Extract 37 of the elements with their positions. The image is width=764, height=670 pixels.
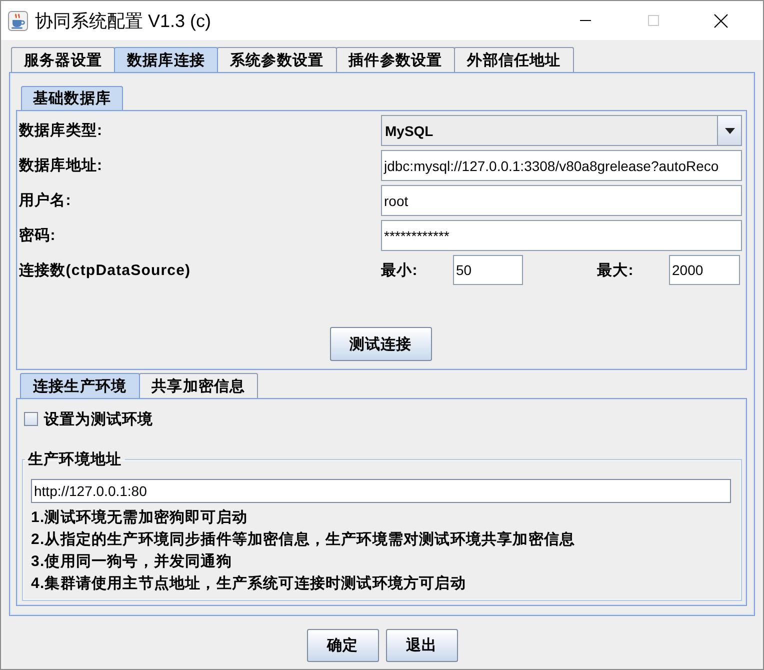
- test-connection-button[interactable]: 测试连接: [330, 327, 432, 361]
- dropdown-button[interactable]: [717, 116, 741, 145]
- group-title: 生产环境地址: [26, 451, 123, 468]
- tab[interactable]: 数据库连接: [114, 47, 218, 72]
- tab[interactable]: 外部信任地址: [454, 47, 574, 72]
- text-field[interactable]: jdbc:mysql://127.0.0.1:3308/v80a8grelease?autoReco: [381, 150, 742, 181]
- field-label: 连接数(ctpDataSource): [19, 260, 192, 280]
- text-field[interactable]: ************: [381, 220, 742, 251]
- note-text: 2.从指定的生产环境同步插件等加密信息，生产环境需对测试环境共享加密信息: [31, 530, 576, 550]
- number-field[interactable]: 2000: [669, 255, 740, 285]
- tab[interactable]: 基础数据库: [21, 86, 123, 110]
- checkbox-label: 设置为测试环境: [44, 410, 154, 428]
- tab[interactable]: 共享加密信息: [138, 373, 258, 398]
- note-text: 1.测试环境无需加密狗即可启动: [31, 508, 249, 528]
- field-label: 数据库类型:: [19, 121, 104, 140]
- maximize-icon: [648, 15, 658, 26]
- note-text: 3.使用同一狗号，并发同通狗: [31, 552, 233, 572]
- coffee-cup-icon: [8, 10, 28, 30]
- close-icon: [714, 14, 728, 28]
- address-field[interactable]: http://127.0.0.1:80: [31, 479, 731, 503]
- checkbox[interactable]: [24, 412, 38, 426]
- field-label: 密码:: [19, 226, 57, 245]
- field-label: 数据库地址:: [19, 156, 104, 175]
- note-text: 4.集群请使用主节点地址，生产系统可连接时测试环境方可启动: [31, 574, 467, 594]
- dialog-button[interactable]: 退出: [386, 629, 458, 662]
- caret-down-icon: [724, 128, 734, 134]
- dialog-button[interactable]: 确定: [306, 629, 378, 662]
- window-title: 协同系统配置 V1.3 (c): [35, 10, 212, 32]
- text-field[interactable]: root: [381, 185, 742, 216]
- number-field[interactable]: 50: [453, 255, 523, 285]
- field-label: 最大:: [597, 260, 635, 280]
- field-label: 用户名:: [19, 191, 72, 210]
- tab[interactable]: 连接生产环境: [20, 373, 140, 398]
- tab[interactable]: 服务器设置: [11, 47, 115, 72]
- minimize-icon: [580, 20, 590, 21]
- dropdown-field[interactable]: MySQL: [381, 115, 742, 146]
- field-label: 最小:: [381, 260, 419, 280]
